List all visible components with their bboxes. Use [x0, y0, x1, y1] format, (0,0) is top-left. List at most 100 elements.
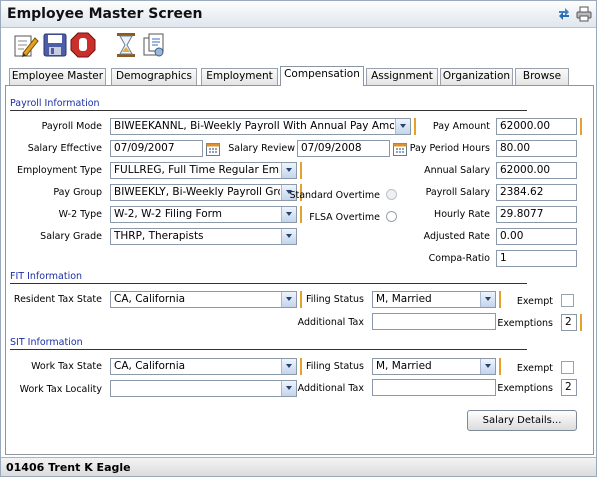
fit-exempt-checkbox[interactable] [561, 294, 574, 307]
fit-section-title: FIT Information [10, 271, 83, 282]
salary-grade-select[interactable]: THRP, Therapists [110, 228, 297, 245]
work-tax-state-value: CA, California [114, 360, 186, 372]
hourly-rate-field[interactable]: 29.8077 [496, 206, 577, 223]
salary-effective-label: Salary Effective [27, 143, 102, 154]
sit-exempt-label: Exempt [516, 363, 553, 374]
compa-ratio-label: Compa-Ratio [428, 253, 490, 264]
chevron-down-icon[interactable] [480, 292, 495, 307]
fit-exempt-label: Exempt [516, 296, 553, 307]
chevron-down-icon[interactable] [281, 359, 296, 374]
tab-demographics[interactable]: Demographics [111, 68, 197, 85]
tab-organization[interactable]: Organization [440, 68, 513, 85]
fit-section-divider [10, 283, 527, 284]
toolbar [1, 28, 596, 64]
edit-icon[interactable] [13, 32, 39, 58]
print-icon[interactable] [576, 6, 592, 22]
pay-period-hours-label: Pay Period Hours [409, 143, 490, 154]
sit-exemptions-field[interactable]: 2 [561, 379, 577, 396]
required-marker [414, 118, 416, 135]
flsa-overtime-label: FLSA Overtime [309, 212, 380, 223]
required-marker [300, 291, 302, 308]
required-marker [580, 118, 582, 135]
fit-filing-status-select[interactable]: M, Married [372, 291, 496, 308]
employment-type-label: Employment Type [16, 165, 102, 176]
required-marker [499, 291, 501, 308]
resident-tax-state-select[interactable]: CA, California [110, 291, 297, 308]
resident-tax-state-label: Resident Tax State [13, 294, 102, 305]
tab-employment[interactable]: Employment [201, 68, 278, 85]
fit-filing-status-label: Filing Status [305, 294, 364, 305]
sit-additional-tax-label: Additional Tax [297, 383, 364, 394]
payroll-mode-value: BIWEEKANNL, Bi-Weekly Payroll With Annua… [114, 120, 394, 132]
calendar-icon[interactable] [206, 142, 220, 156]
title-bar: Employee Master Screen [1, 1, 596, 28]
sit-exemptions-label: Exemptions [497, 383, 553, 394]
stop-icon[interactable] [70, 32, 96, 58]
resident-tax-state-value: CA, California [114, 293, 186, 305]
salary-effective-field[interactable]: 07/09/2007 [110, 140, 203, 157]
documents-icon[interactable] [141, 32, 167, 58]
employment-type-select[interactable]: FULLREG, Full Time Regular Employee [110, 162, 297, 179]
sit-section-divider [10, 349, 527, 350]
annual-salary-label: Annual Salary [424, 165, 490, 176]
sit-filing-status-select[interactable]: M, Married [372, 358, 496, 375]
tab-assignment[interactable]: Assignment [366, 68, 438, 85]
calendar-icon[interactable] [393, 142, 407, 156]
employee-name-id: 01406 Trent K Eagle [6, 461, 131, 474]
payroll-section-title: Payroll Information [10, 98, 100, 109]
tab-employee-master[interactable]: Employee Master [9, 68, 106, 85]
annual-salary-field[interactable]: 62000.00 [496, 162, 577, 179]
window-title: Employee Master Screen [7, 6, 203, 22]
work-tax-locality-select[interactable] [110, 380, 297, 397]
payroll-salary-field[interactable]: 2384.62 [496, 184, 577, 201]
salary-details-button[interactable]: Salary Details... [467, 410, 577, 431]
standard-overtime-radio[interactable] [386, 189, 397, 200]
salary-review-field[interactable]: 07/09/2008 [297, 140, 390, 157]
payroll-mode-select[interactable]: BIWEEKANNL, Bi-Weekly Payroll With Annua… [110, 118, 411, 135]
tab-browse[interactable]: Browse [515, 68, 569, 85]
fit-additional-tax-field[interactable] [372, 313, 496, 330]
required-marker [580, 314, 582, 331]
chevron-down-icon[interactable] [395, 119, 410, 134]
hourly-rate-label: Hourly Rate [434, 209, 490, 220]
fit-exemptions-field[interactable]: 2 [561, 314, 577, 331]
sit-additional-tax-field[interactable] [372, 379, 496, 396]
sit-section-title: SIT Information [10, 337, 83, 348]
fit-additional-tax-label: Additional Tax [297, 317, 364, 328]
chevron-down-icon[interactable] [281, 163, 296, 178]
w2-type-select[interactable]: W-2, W-2 Filing Form [110, 206, 297, 223]
required-marker [300, 358, 302, 375]
flsa-overtime-radio[interactable] [386, 211, 397, 222]
pay-period-hours-field[interactable]: 80.00 [496, 140, 577, 157]
required-marker [300, 162, 302, 179]
salary-grade-label: Salary Grade [40, 231, 102, 242]
adjusted-rate-label: Adjusted Rate [423, 231, 490, 242]
employee-master-window: Employee Master Screen Employee Master D… [0, 0, 597, 477]
chevron-down-icon[interactable] [281, 381, 296, 396]
fit-exemptions-label: Exemptions [497, 318, 553, 329]
salary-grade-value: THRP, Therapists [114, 230, 204, 242]
refresh-icon[interactable] [556, 6, 572, 22]
payroll-mode-label: Payroll Mode [41, 121, 102, 132]
standard-overtime-label: Standard Overtime [289, 190, 380, 201]
fit-filing-status-value: M, Married [376, 293, 432, 305]
tab-compensation[interactable]: Compensation [280, 66, 364, 86]
sit-filing-status-label: Filing Status [305, 361, 364, 372]
salary-review-label: Salary Review [228, 143, 295, 154]
work-tax-locality-label: Work Tax Locality [19, 384, 102, 395]
save-icon[interactable] [42, 32, 68, 58]
work-tax-state-select[interactable]: CA, California [110, 358, 297, 375]
chevron-down-icon[interactable] [480, 359, 495, 374]
chevron-down-icon[interactable] [281, 229, 296, 244]
adjusted-rate-field[interactable]: 0.00 [496, 228, 577, 245]
hourglass-icon[interactable] [113, 32, 139, 58]
work-tax-state-label: Work Tax State [31, 361, 102, 372]
sit-exempt-checkbox[interactable] [561, 361, 574, 374]
pay-amount-field[interactable]: 62000.00 [496, 118, 577, 135]
chevron-down-icon[interactable] [281, 207, 296, 222]
pay-group-select[interactable]: BIWEEKLY, Bi-Weekly Payroll Group [110, 184, 297, 201]
pay-group-label: Pay Group [53, 187, 102, 198]
chevron-down-icon[interactable] [281, 292, 296, 307]
compa-ratio-field[interactable]: 1 [496, 250, 577, 267]
status-bar: 01406 Trent K Eagle [1, 457, 596, 476]
